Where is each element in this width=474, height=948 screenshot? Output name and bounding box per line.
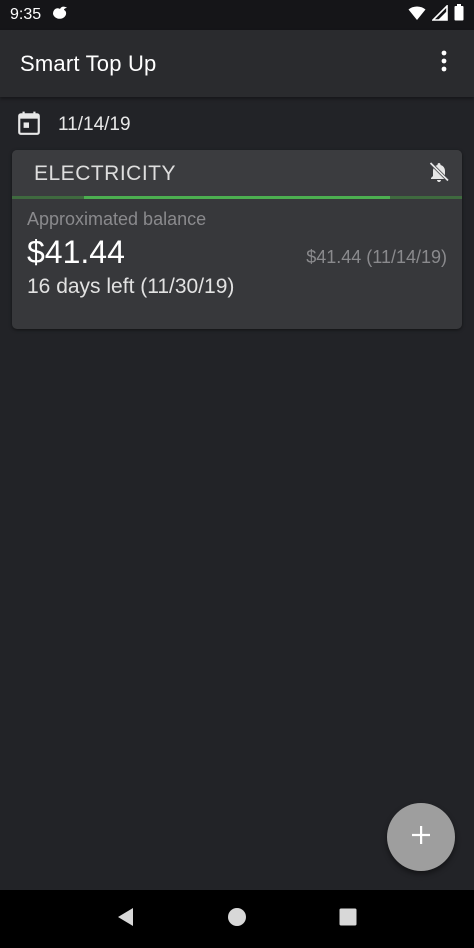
back-icon	[117, 907, 135, 932]
app-bar: Smart Top Up	[0, 30, 474, 97]
balance-value: $41.44	[27, 234, 125, 270]
recents-icon	[339, 908, 357, 931]
nav-back-button[interactable]	[106, 899, 146, 939]
app-notification-icon	[51, 5, 69, 26]
nav-home-button[interactable]	[217, 899, 257, 939]
balance-label: Approximated balance	[27, 209, 207, 229]
notifications-toggle-button[interactable]	[424, 159, 454, 189]
screen: 9:35 Smart Top Up 11/14/19 ELECTRICITY A…	[0, 0, 474, 948]
navigation-bar	[0, 890, 474, 948]
status-right	[408, 3, 464, 26]
card-body: Approximated balance $41.44 $41.44 (11/1…	[12, 198, 462, 299]
status-left: 9:35	[10, 5, 69, 26]
balance-row: $41.44 $41.44 (11/14/19)	[27, 234, 447, 271]
wifi-icon	[408, 5, 426, 26]
more-vert-icon	[441, 50, 447, 77]
signal-icon	[431, 3, 448, 26]
date-selector[interactable]: 11/14/19	[16, 110, 131, 140]
add-button[interactable]	[387, 803, 455, 871]
days-left: 16 days left (11/30/19)	[27, 275, 235, 298]
card-header: ELECTRICITY	[12, 150, 462, 199]
last-balance-value: $41.44 (11/14/19)	[306, 247, 447, 267]
notifications-off-icon	[427, 160, 451, 189]
status-bar: 9:35	[0, 0, 474, 30]
selected-date: 11/14/19	[58, 114, 131, 135]
battery-icon	[454, 4, 464, 26]
nav-recents-button[interactable]	[328, 899, 368, 939]
plus-icon	[411, 825, 431, 850]
calendar-icon	[16, 110, 42, 141]
home-icon	[227, 907, 247, 932]
more-options-button[interactable]	[432, 44, 456, 84]
card-title: ELECTRICITY	[34, 162, 177, 185]
account-card-electricity[interactable]: ELECTRICITY Approximated balance $41.44	[12, 150, 462, 329]
status-time: 9:35	[10, 6, 42, 23]
app-title: Smart Top Up	[20, 50, 157, 76]
